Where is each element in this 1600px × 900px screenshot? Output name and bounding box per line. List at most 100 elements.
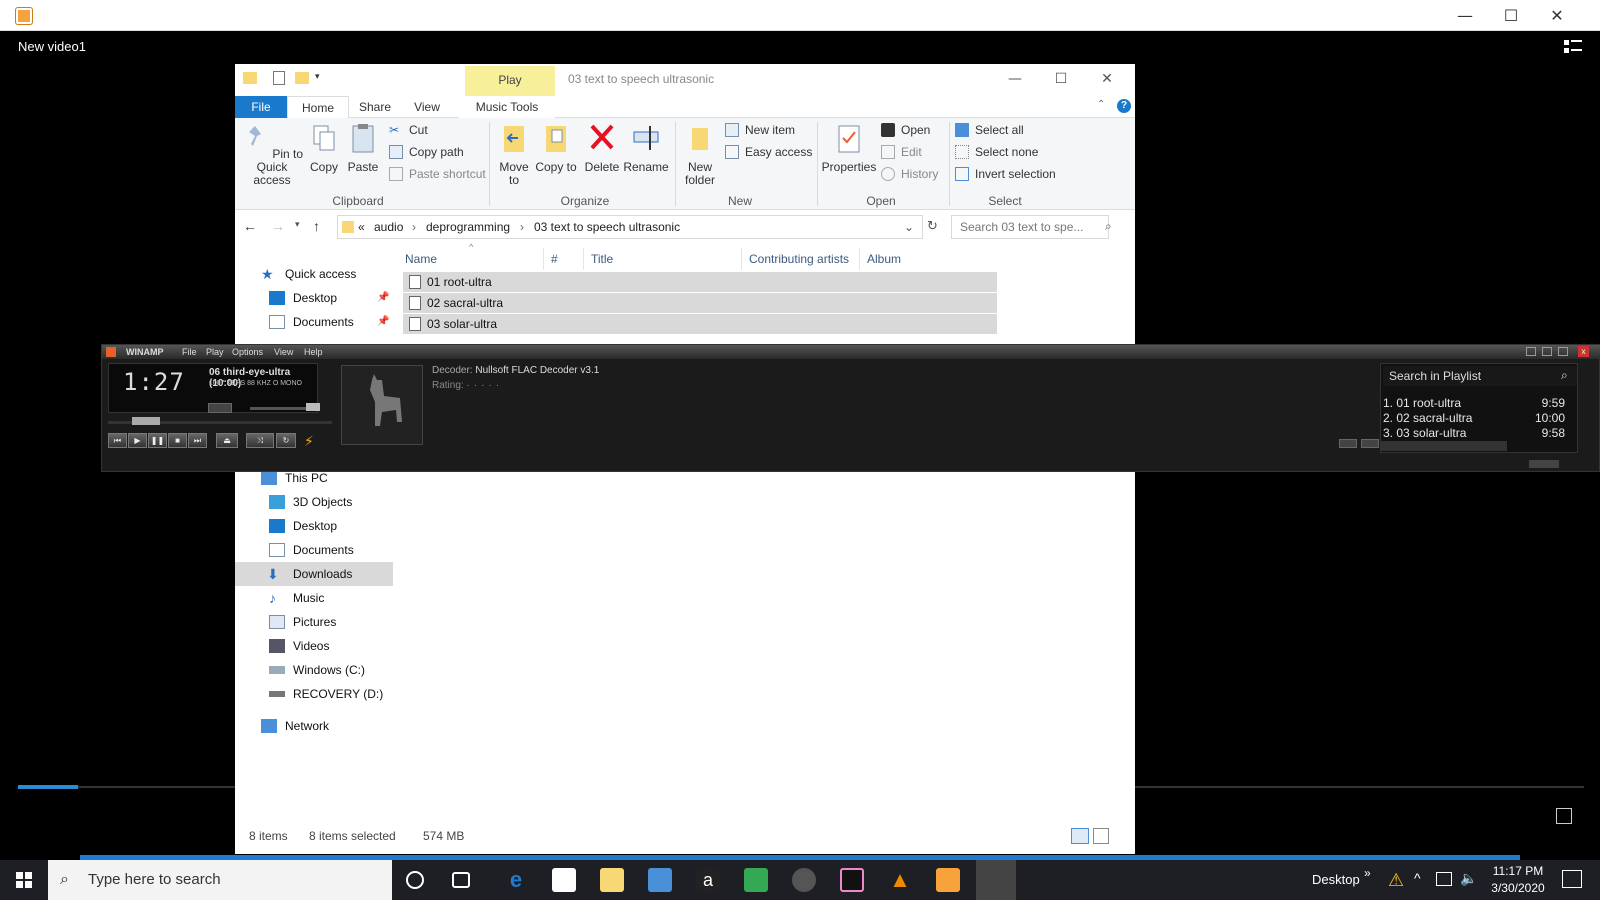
address-dropdown-icon[interactable]: ⌄ — [904, 220, 914, 234]
search-input[interactable]: Search 03 text to spe... — [951, 215, 1109, 239]
select-all-button[interactable]: Select all — [955, 120, 1024, 140]
breadcrumb-overflow[interactable]: « — [358, 220, 365, 234]
explorer-close-button[interactable]: ✕ — [1087, 68, 1127, 90]
column-title[interactable]: Title — [591, 252, 613, 266]
winamp-menu-help[interactable]: Help — [304, 345, 323, 359]
rename-button[interactable]: Rename — [623, 122, 669, 174]
paste-shortcut-button[interactable]: Paste shortcut — [389, 164, 486, 184]
column-contributing-artists[interactable]: Contributing artists — [749, 252, 849, 266]
tab-view[interactable]: View — [401, 96, 453, 118]
cortana-icon[interactable] — [406, 871, 424, 889]
playlist-resize-button[interactable] — [1529, 460, 1559, 468]
playlist-search-input[interactable]: Search in Playlist — [1383, 366, 1577, 386]
battery-icon[interactable] — [1436, 872, 1452, 886]
tray-expand-icon[interactable]: ^ — [1414, 870, 1421, 886]
pause-button[interactable]: ❚❚ — [148, 433, 167, 448]
column-album[interactable]: Album — [867, 252, 901, 266]
recent-dropdown-icon[interactable]: ▾ — [295, 219, 300, 230]
playback-time[interactable]: 1:27 — [123, 368, 185, 396]
forward-arrow-icon[interactable]: → — [271, 218, 285, 234]
open-button[interactable]: Open — [881, 120, 930, 140]
rating-stars[interactable]: ····· — [466, 380, 503, 391]
tripadvisor-icon[interactable] — [744, 868, 768, 892]
delete-button[interactable]: Delete — [581, 122, 623, 174]
nav-recovery-d[interactable]: RECOVERY (D:) — [263, 682, 383, 706]
video-editor-icon[interactable] — [936, 868, 960, 892]
winamp-taskbar-icon[interactable] — [976, 860, 1016, 900]
volume-handle[interactable] — [306, 403, 320, 411]
play-button[interactable]: ▶ — [128, 433, 147, 448]
info-menu-button[interactable] — [1361, 439, 1379, 448]
expand-icon[interactable] — [1556, 808, 1572, 824]
playlist-grid-icon[interactable] — [1564, 40, 1582, 54]
breadcrumb-current[interactable]: 03 text to speech ultrasonic — [534, 220, 680, 234]
nav-quick-access[interactable]: ★ Quick access — [255, 262, 356, 286]
properties-icon[interactable] — [273, 71, 285, 85]
volume-icon[interactable]: 🔈 — [1460, 870, 1477, 887]
copy-path-button[interactable]: Copy path — [389, 142, 464, 162]
breadcrumb-deprogramming[interactable]: deprogramming — [426, 220, 510, 234]
details-view-icon[interactable] — [1071, 828, 1089, 844]
winamp-shade-icon[interactable] — [1542, 347, 1552, 356]
qat-dropdown-icon[interactable]: ▾ — [315, 71, 320, 82]
pin-icon[interactable]: 📌 — [377, 286, 389, 310]
copy-button[interactable]: Copy — [307, 122, 341, 174]
task-view-icon[interactable] — [452, 872, 470, 888]
playlist-item[interactable]: 3. 03 solar-ultra 9:58 — [1383, 426, 1565, 441]
winamp-menu-view[interactable]: View — [274, 345, 293, 359]
close-button[interactable]: ✕ — [1534, 0, 1580, 31]
toolbar-chevron-icon[interactable]: » — [1364, 866, 1371, 880]
large-icons-view-icon[interactable] — [1093, 828, 1109, 844]
address-bar[interactable]: « audio › deprogramming › 03 text to spe… — [337, 215, 923, 239]
taskbar-search-input[interactable]: ⌕ Type here to search — [48, 860, 392, 900]
repeat-button[interactable]: ↻ — [276, 433, 296, 448]
file-row[interactable]: 01 root-ultra — [403, 272, 997, 292]
column-number[interactable]: # — [551, 252, 558, 266]
seek-handle[interactable] — [132, 417, 160, 425]
breadcrumb-audio[interactable]: audio — [374, 220, 403, 234]
next-button[interactable]: ⏭ — [188, 433, 207, 448]
playlist-item[interactable]: 2. 02 sacral-ultra 10:00 — [1383, 411, 1565, 426]
previous-button[interactable]: ⏮ — [108, 433, 127, 448]
nav-3d-objects[interactable]: 3D Objects — [263, 490, 352, 514]
nav-desktop[interactable]: Desktop — [263, 514, 337, 538]
collapse-ribbon-icon[interactable]: ⌃ — [1097, 99, 1105, 110]
winamp-close-icon[interactable]: x — [1578, 346, 1589, 357]
new-folder-icon[interactable] — [295, 72, 309, 84]
lightning-icon[interactable]: ⚡ — [304, 433, 314, 450]
up-arrow-icon[interactable]: ↑ — [313, 218, 320, 234]
tab-file[interactable]: File — [235, 96, 287, 118]
nav-downloads[interactable]: ⬇ Downloads — [235, 562, 393, 586]
search-icon[interactable]: ⌕ — [1105, 219, 1112, 234]
playlist-toolbar[interactable] — [1381, 441, 1507, 451]
history-button[interactable]: History — [881, 164, 938, 184]
amazon-icon[interactable]: a — [696, 868, 720, 892]
back-arrow-icon[interactable]: ← — [243, 218, 257, 234]
notification-icon[interactable] — [1562, 870, 1582, 888]
explorer-minimize-button[interactable]: — — [995, 68, 1035, 90]
shuffle-button[interactable]: ⤨ — [246, 433, 274, 448]
refresh-icon[interactable]: ↻ — [927, 218, 938, 234]
cut-button[interactable]: ✂ Cut — [389, 120, 428, 140]
nav-documents-pinned[interactable]: Documents 📌 — [263, 310, 393, 334]
select-none-button[interactable]: Select none — [955, 142, 1038, 162]
winamp-menu-play[interactable]: Play — [206, 345, 224, 359]
winamp-minimize-icon[interactable] — [1526, 347, 1536, 356]
nav-pictures[interactable]: Pictures — [263, 610, 336, 634]
tab-share[interactable]: Share — [349, 96, 401, 118]
nav-videos[interactable]: Videos — [263, 634, 329, 658]
pin-icon[interactable]: 📌 — [377, 310, 389, 334]
balance-button[interactable] — [208, 403, 232, 413]
easy-access-button[interactable]: Easy access — [725, 142, 812, 162]
volume-slider[interactable] — [250, 407, 314, 410]
nav-music[interactable]: ♪ Music — [263, 586, 324, 610]
color-app-icon[interactable] — [840, 868, 864, 892]
file-row[interactable]: 02 sacral-ultra — [403, 293, 997, 313]
properties-button[interactable]: Properties — [821, 122, 877, 174]
file-explorer-icon[interactable] — [600, 868, 624, 892]
new-folder-button[interactable]: New folder — [679, 122, 721, 187]
vlc-icon[interactable]: ▲ — [888, 868, 912, 892]
eject-button[interactable]: ⏏ — [216, 433, 238, 448]
media-app-icon[interactable] — [792, 868, 816, 892]
invert-selection-button[interactable]: Invert selection — [955, 164, 1056, 184]
